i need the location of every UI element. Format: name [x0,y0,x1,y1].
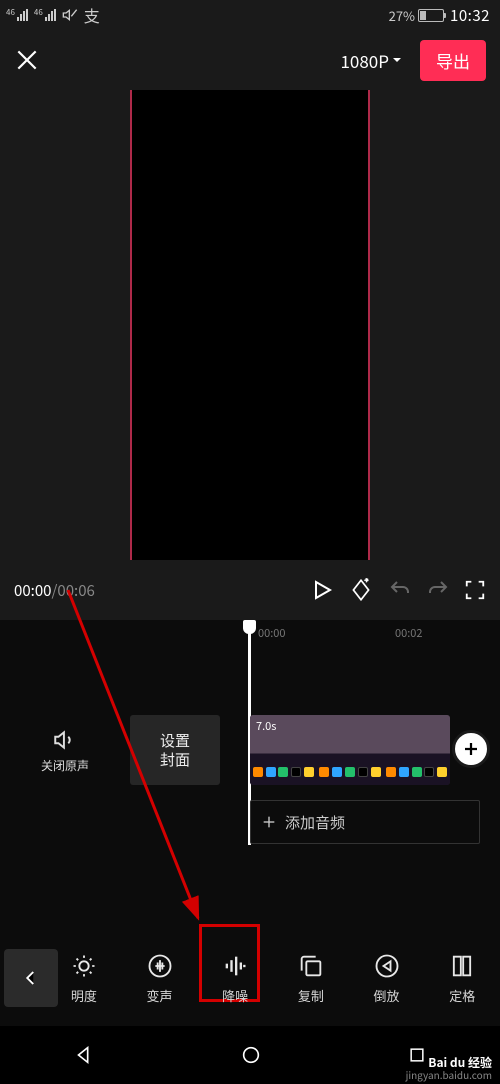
timecode: 00:00/00:06 [14,580,95,601]
plus-icon [462,740,480,758]
status-bar: 46 46 支 27% 10:32 [0,0,500,30]
tool-label: 明度 [71,986,97,1005]
mute-original-label: 关闭原声 [41,757,89,774]
keyframe-button[interactable] [348,577,374,603]
nav-back[interactable] [73,1044,95,1066]
video-clip[interactable]: 7.0s [250,715,450,785]
watermark: Bai du 经验jingyan.baidu.com [406,1056,492,1080]
plus-icon [261,814,277,830]
tool-noise-reduce[interactable]: 降噪 [197,952,273,1005]
resolution-selector[interactable]: 1080P [340,48,402,73]
tool-freeze[interactable]: 定格 [424,952,500,1005]
clip-thumbnail [317,715,384,785]
clip-thumbnail [383,715,450,785]
clip-duration-label: 7.0s [256,718,276,734]
add-audio-label: 添加音频 [285,812,345,833]
voice-icon [146,952,174,980]
brightness-icon [70,952,98,980]
tool-label: 倒放 [374,986,400,1005]
tool-reverse[interactable]: 倒放 [349,952,425,1005]
set-cover-button[interactable]: 设置 封面 [130,715,220,785]
signal-1: 46 [6,9,28,21]
battery-indicator: 27% [389,6,444,25]
speaker-icon [52,727,78,753]
video-preview[interactable] [0,90,500,560]
mute-original-audio[interactable]: 关闭原声 [0,715,130,785]
tool-strip: 明度 变声 降噪 复制 倒放 定格 [0,930,500,1026]
tool-label: 定格 [449,986,475,1005]
android-nav-bar: Bai du 经验jingyan.baidu.com [0,1026,500,1084]
add-clip-button[interactable] [452,730,490,768]
freeze-icon [448,952,476,980]
editor-header: 1080P 导出 [0,30,500,90]
tool-label: 降噪 [222,986,248,1005]
preview-frame [130,90,370,560]
playback-controls: 00:00/00:06 [0,560,500,620]
resolution-label: 1080P [340,48,389,73]
reverse-icon [373,952,401,980]
export-button[interactable]: 导出 [420,40,486,81]
tool-voice-change[interactable]: 变声 [122,952,198,1005]
tool-label: 复制 [298,986,324,1005]
close-button[interactable] [14,47,40,73]
play-button[interactable] [310,578,334,602]
tool-label: 变声 [147,986,173,1005]
mute-icon [62,7,78,23]
set-cover-label: 设置 封面 [160,731,190,770]
redo-button[interactable] [426,578,450,602]
nav-home[interactable] [240,1044,262,1066]
copy-icon [297,952,325,980]
noise-icon [221,952,249,980]
tool-brightness[interactable]: 明度 [46,952,122,1005]
clock: 10:32 [450,5,490,26]
fullscreen-button[interactable] [464,579,486,601]
chevron-down-icon [392,55,402,65]
signal-2: 46 [34,9,56,21]
tool-copy[interactable]: 复制 [273,952,349,1005]
timeline[interactable]: 00:00 00:02 关闭原声 设置 封面 7.0s 添加音频 [0,620,500,930]
add-audio-button[interactable]: 添加音频 [250,800,480,844]
alipay-icon: 支 [84,3,100,27]
undo-button[interactable] [388,578,412,602]
